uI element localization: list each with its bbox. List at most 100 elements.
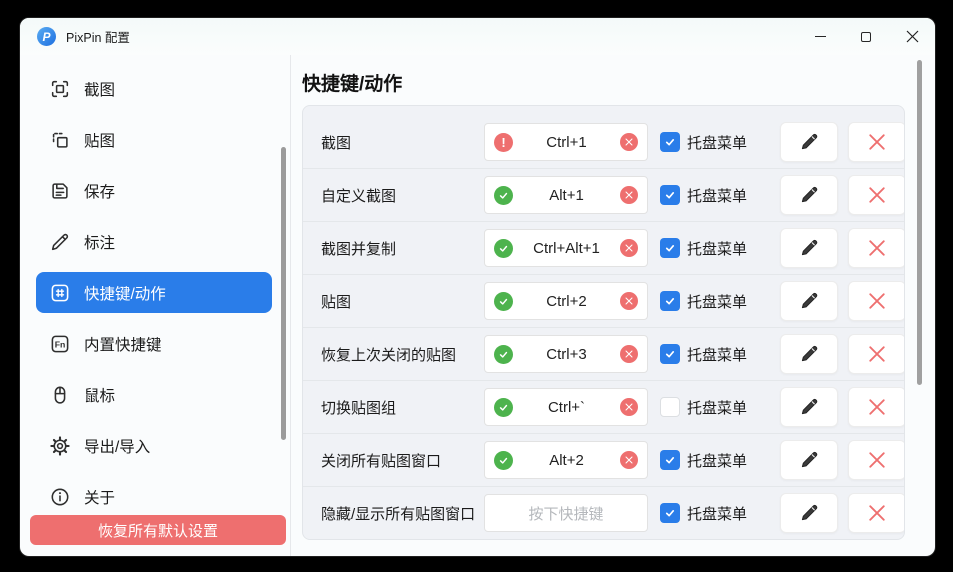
delete-x-icon [868, 133, 886, 151]
tray-menu-checkbox[interactable] [660, 238, 680, 258]
hotkey-input[interactable]: !Ctrl+1 [484, 123, 648, 161]
hotkey-input[interactable]: Ctrl+Alt+1 [484, 229, 648, 267]
delete-hotkey-button[interactable] [848, 334, 905, 374]
hotkey-input[interactable]: Alt+1 [484, 176, 648, 214]
hotkey-row-label: 截图并复制 [321, 238, 484, 259]
edit-hotkey-button[interactable] [780, 228, 838, 268]
hotkey-list-panel: 截图!Ctrl+1托盘菜单自定义截图Alt+1托盘菜单截图并复制Ctrl+Alt… [302, 105, 905, 540]
titlebar: P PixPin 配置 [20, 18, 935, 55]
edit-hotkey-button[interactable] [780, 387, 838, 427]
clear-hotkey-icon[interactable] [620, 398, 638, 416]
delete-hotkey-button[interactable] [848, 281, 905, 321]
pencil-icon [799, 397, 819, 417]
clear-hotkey-icon[interactable] [620, 239, 638, 257]
hotkey-hash-icon [49, 282, 71, 304]
sidebar-item-3[interactable]: 标注 [36, 221, 272, 262]
maximize-button[interactable] [843, 18, 889, 55]
hotkey-row: 贴图Ctrl+2托盘菜单 [303, 275, 904, 328]
delete-hotkey-button[interactable] [848, 440, 905, 480]
delete-x-icon [868, 398, 886, 416]
hotkey-valid-icon [494, 292, 513, 311]
hotkey-input[interactable]: Alt+2 [484, 441, 648, 479]
sidebar-item-label: 快捷键/动作 [84, 282, 166, 304]
tray-menu-label: 托盘菜单 [687, 291, 747, 312]
hotkey-valid-icon [494, 186, 513, 205]
sidebar-item-0[interactable]: 截图 [36, 68, 272, 109]
tray-menu-checkbox[interactable] [660, 397, 680, 417]
delete-x-icon [868, 239, 886, 257]
hotkey-value: Alt+1 [513, 187, 620, 204]
edit-hotkey-button[interactable] [780, 440, 838, 480]
sidebar-item-1[interactable]: 贴图 [36, 119, 272, 160]
tray-menu-label: 托盘菜单 [687, 397, 747, 418]
tray-menu-checkbox[interactable] [660, 503, 680, 523]
edit-hotkey-button[interactable] [780, 175, 838, 215]
sidebar-item-8[interactable]: 关于 [36, 476, 272, 517]
tray-menu-checkbox[interactable] [660, 291, 680, 311]
tray-menu-option: 托盘菜单 [660, 291, 774, 312]
edit-hotkey-button[interactable] [780, 493, 838, 533]
hotkey-value: Ctrl+1 [513, 134, 620, 151]
pencil-icon [49, 231, 71, 253]
edit-hotkey-button[interactable] [780, 334, 838, 374]
delete-hotkey-button[interactable] [848, 387, 905, 427]
tray-menu-option: 托盘菜单 [660, 450, 774, 471]
hotkey-row: 关闭所有贴图窗口Alt+2托盘菜单 [303, 434, 904, 487]
tray-menu-option: 托盘菜单 [660, 397, 774, 418]
delete-hotkey-button[interactable] [848, 493, 905, 533]
sidebar-item-label: 保存 [84, 180, 115, 202]
minimize-icon [815, 36, 826, 37]
pencil-icon [799, 238, 819, 258]
delete-hotkey-button[interactable] [848, 122, 905, 162]
hotkey-row-label: 切换贴图组 [321, 397, 484, 418]
sidebar-item-6[interactable]: 鼠标 [36, 374, 272, 415]
sidebar-item-2[interactable]: 保存 [36, 170, 272, 211]
page-title: 快捷键/动作 [302, 69, 402, 96]
hotkey-row-label: 自定义截图 [321, 185, 484, 206]
sidebar-scrollbar[interactable] [281, 147, 286, 440]
hotkey-row: 截图并复制Ctrl+Alt+1 托盘菜单 [303, 222, 904, 275]
clear-hotkey-icon[interactable] [620, 345, 638, 363]
hotkey-input[interactable]: Ctrl+` [484, 388, 648, 426]
reset-defaults-button[interactable]: 恢复所有默认设置 [30, 515, 286, 545]
pencil-icon [799, 291, 819, 311]
hotkey-value: Ctrl+3 [513, 346, 620, 363]
sidebar-item-label: 内置快捷键 [84, 333, 162, 355]
main-scrollbar[interactable] [917, 60, 922, 385]
close-icon [906, 30, 919, 43]
hotkey-row: 切换贴图组Ctrl+` 托盘菜单 [303, 381, 904, 434]
hotkey-input[interactable]: Ctrl+2 [484, 282, 648, 320]
sidebar-nav: 截图贴图保存标注快捷键/动作 Fn 内置快捷键鼠标导出/导入关于 [20, 68, 290, 517]
delete-hotkey-button[interactable] [848, 228, 905, 268]
clear-hotkey-icon[interactable] [620, 451, 638, 469]
sidebar-item-4[interactable]: 快捷键/动作 [36, 272, 272, 313]
close-button[interactable] [889, 18, 935, 55]
tray-menu-option: 托盘菜单 [660, 503, 774, 524]
tray-menu-label: 托盘菜单 [687, 344, 747, 365]
minimize-button[interactable] [797, 18, 843, 55]
edit-hotkey-button[interactable] [780, 122, 838, 162]
pin-image-icon [49, 129, 71, 151]
svg-text:Fn: Fn [55, 339, 66, 349]
clear-hotkey-icon[interactable] [620, 292, 638, 310]
delete-x-icon [868, 504, 886, 522]
pixpin-config-window: P PixPin 配置 截图贴图保存标注快捷键/动作Fn内置快捷键鼠标导出/导入… [20, 18, 935, 556]
pencil-icon [799, 132, 819, 152]
tray-menu-label: 托盘菜单 [687, 238, 747, 259]
hotkey-input[interactable]: Ctrl+3 [484, 335, 648, 373]
clear-hotkey-icon[interactable] [620, 133, 638, 151]
clear-hotkey-icon[interactable] [620, 186, 638, 204]
delete-hotkey-button[interactable] [848, 175, 905, 215]
hotkey-value: Ctrl+2 [513, 293, 620, 310]
edit-hotkey-button[interactable] [780, 281, 838, 321]
window-body: 截图贴图保存标注快捷键/动作Fn内置快捷键鼠标导出/导入关于 恢复所有默认设置 … [20, 55, 935, 556]
hotkey-valid-icon [494, 345, 513, 364]
tray-menu-checkbox[interactable] [660, 450, 680, 470]
tray-menu-checkbox[interactable] [660, 132, 680, 152]
sidebar-item-5[interactable]: Fn 内置快捷键 [36, 323, 272, 364]
pencil-icon [799, 503, 819, 523]
tray-menu-checkbox[interactable] [660, 185, 680, 205]
hotkey-input[interactable]: 按下快捷键 [484, 494, 648, 532]
tray-menu-checkbox[interactable] [660, 344, 680, 364]
sidebar-item-7[interactable]: 导出/导入 [36, 425, 272, 466]
